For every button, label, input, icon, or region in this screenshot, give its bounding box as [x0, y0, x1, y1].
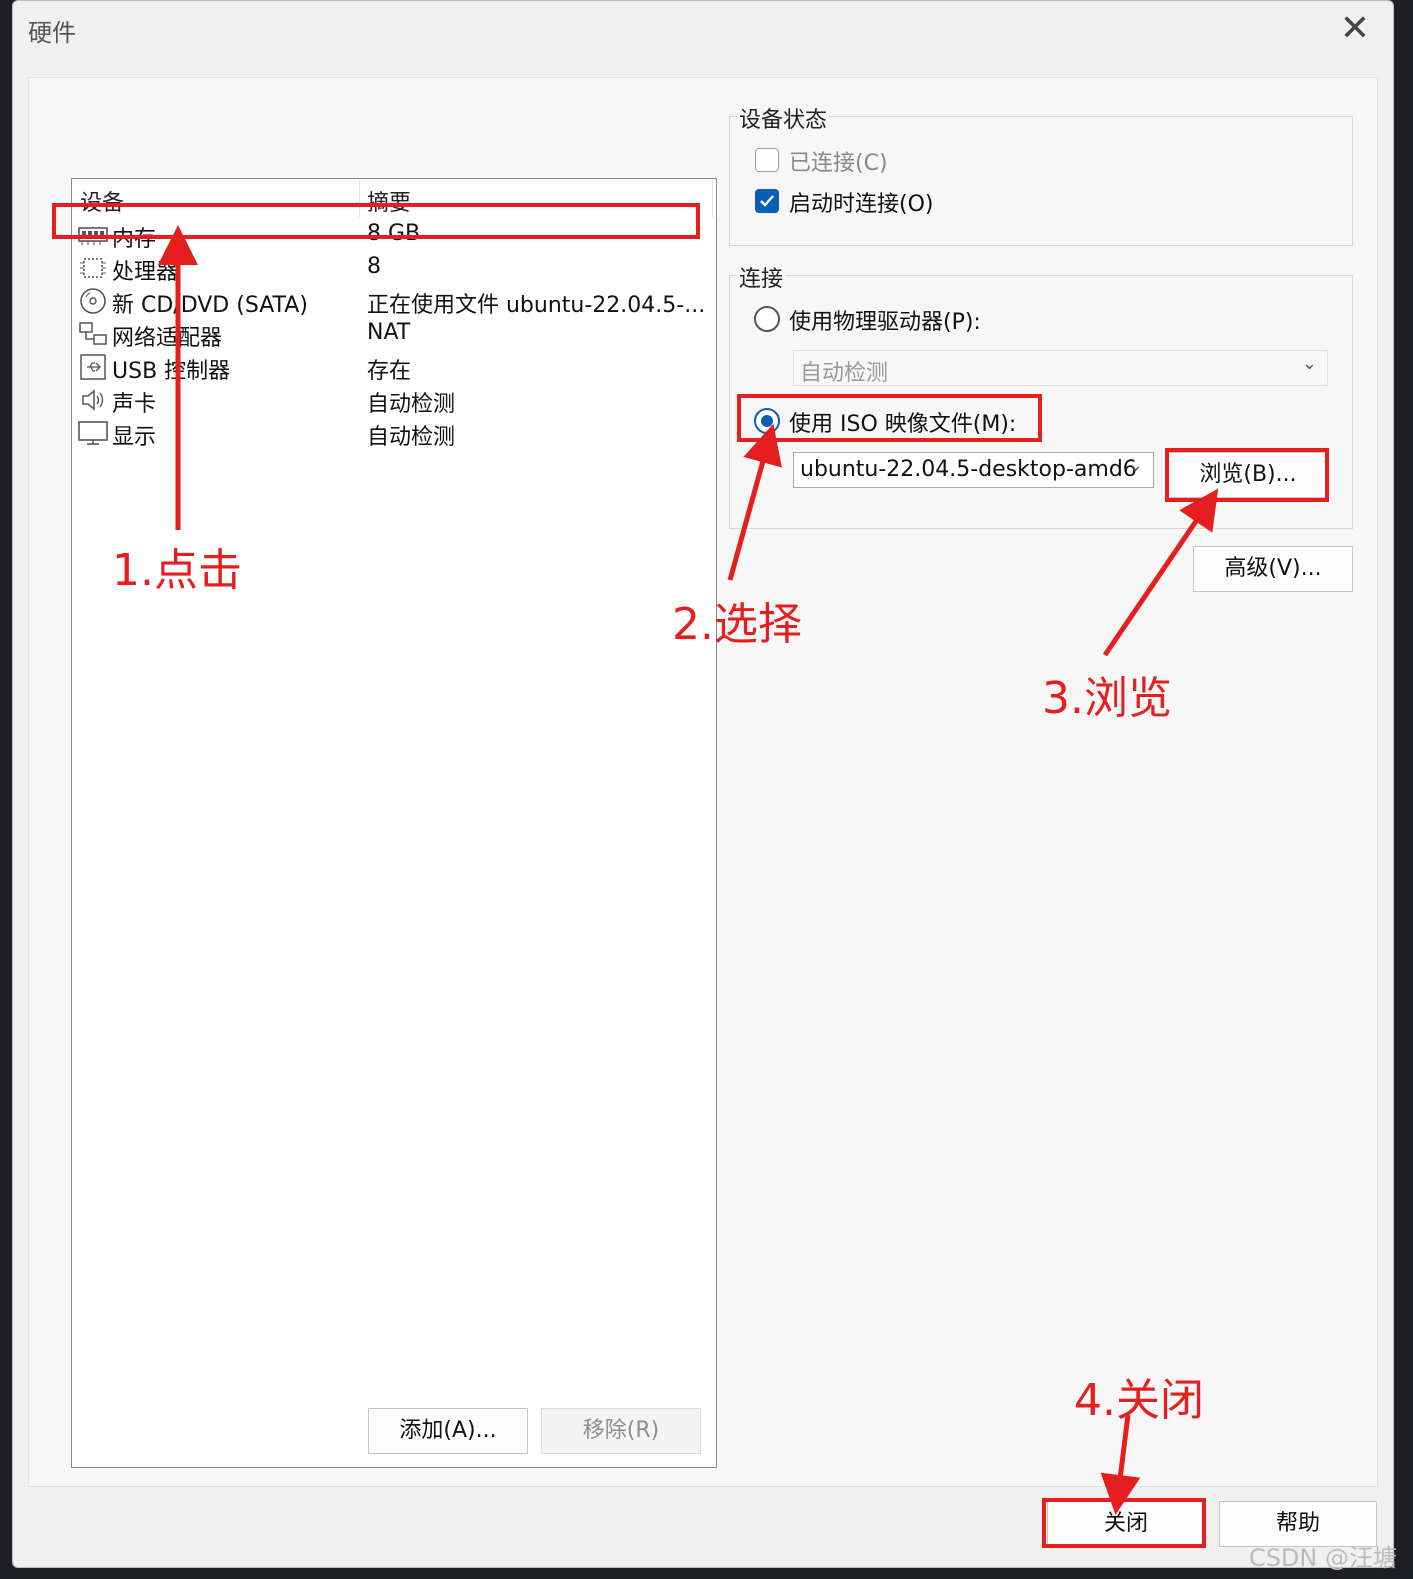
watermark: CSDN @汪塘: [1248, 1544, 1397, 1572]
annotation-step1: 1.点击: [112, 545, 242, 596]
arrow-step3: [1102, 488, 1219, 657]
annotation-step3: 3.浏览: [1042, 673, 1172, 724]
annotation-step2: 2.选择: [672, 599, 802, 650]
annotation-step4: 4.关闭: [1074, 1375, 1204, 1426]
arrow-step2: [727, 423, 782, 581]
annotation-arrows: [158, 225, 1219, 1515]
